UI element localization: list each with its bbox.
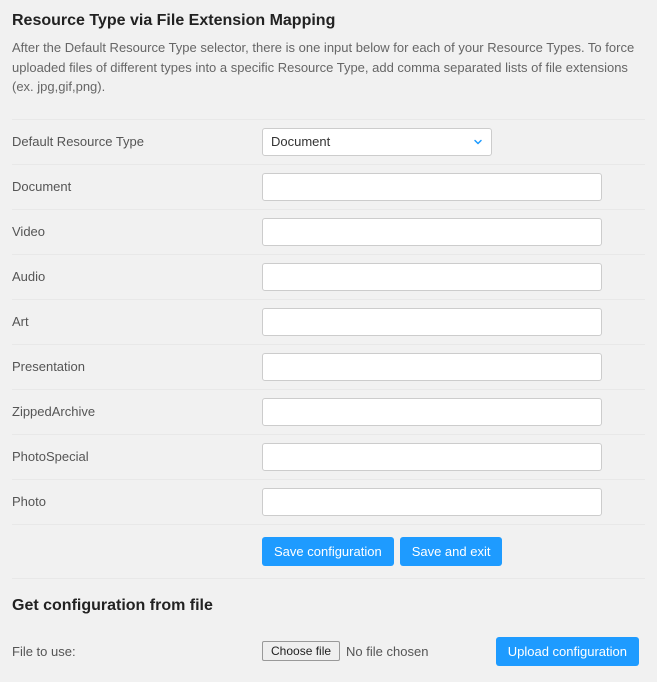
section-title: Resource Type via File Extension Mapping bbox=[12, 12, 645, 30]
mapping-label: PhotoSpecial bbox=[12, 449, 262, 464]
upload-configuration-button[interactable]: Upload configuration bbox=[496, 637, 639, 666]
mapping-row: Video bbox=[12, 209, 645, 254]
mapping-input[interactable] bbox=[262, 353, 602, 381]
mapping-label: Photo bbox=[12, 494, 262, 509]
file-to-use-label: File to use: bbox=[12, 644, 262, 659]
mapping-row: Audio bbox=[12, 254, 645, 299]
choose-file-button[interactable]: Choose file bbox=[262, 641, 340, 661]
default-resource-type-select[interactable]: Document bbox=[262, 128, 492, 156]
mapping-input[interactable] bbox=[262, 398, 602, 426]
mapping-label: Video bbox=[12, 224, 262, 239]
mapping-row: Art bbox=[12, 299, 645, 344]
mapping-input[interactable] bbox=[262, 173, 602, 201]
mapping-input[interactable] bbox=[262, 308, 602, 336]
file-row: File to use: Choose file No file chosen … bbox=[12, 623, 645, 666]
save-and-exit-button[interactable]: Save and exit bbox=[400, 537, 503, 566]
mapping-label: Presentation bbox=[12, 359, 262, 374]
mapping-label: Art bbox=[12, 314, 262, 329]
default-resource-type-row: Default Resource Type Document bbox=[12, 119, 645, 164]
section2-title: Get configuration from file bbox=[12, 597, 645, 615]
mapping-row: Document bbox=[12, 164, 645, 209]
section-description: After the Default Resource Type selector… bbox=[12, 38, 645, 97]
mapping-input[interactable] bbox=[262, 488, 602, 516]
mapping-label: Audio bbox=[12, 269, 262, 284]
no-file-chosen-text: No file chosen bbox=[346, 644, 428, 659]
mapping-label: Document bbox=[12, 179, 262, 194]
mapping-input[interactable] bbox=[262, 218, 602, 246]
save-configuration-button[interactable]: Save configuration bbox=[262, 537, 394, 566]
mapping-label: ZippedArchive bbox=[12, 404, 262, 419]
mapping-row: PhotoSpecial bbox=[12, 434, 645, 479]
mapping-row: Presentation bbox=[12, 344, 645, 389]
mapping-input[interactable] bbox=[262, 443, 602, 471]
mapping-input[interactable] bbox=[262, 263, 602, 291]
mapping-row: Photo bbox=[12, 479, 645, 524]
mapping-row: ZippedArchive bbox=[12, 389, 645, 434]
actions-row: Save configuration Save and exit bbox=[12, 524, 645, 578]
default-resource-type-label: Default Resource Type bbox=[12, 134, 262, 149]
